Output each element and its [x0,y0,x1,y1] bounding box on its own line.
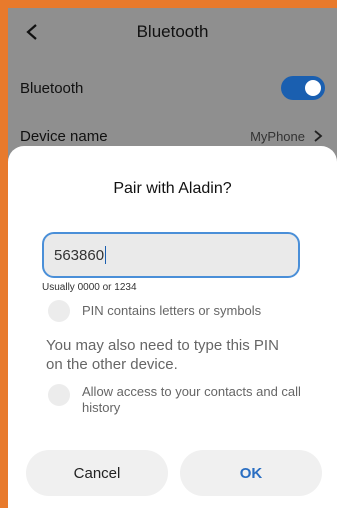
bluetooth-toggle[interactable] [281,76,325,100]
bluetooth-label: Bluetooth [20,79,84,97]
text-caret [105,246,107,264]
device-name-value: MyPhone [250,128,305,144]
cancel-button[interactable]: Cancel [26,450,168,496]
device-name-label: Device name [20,127,108,145]
phone-screen: Bluetooth Bluetooth Device name MyPhone … [8,8,337,508]
toggle-knob [305,80,321,96]
pin-input[interactable]: 563860 [42,232,300,278]
contacts-option[interactable]: Allow access to your contacts and call h… [48,384,312,416]
contacts-checkbox[interactable] [48,384,70,406]
pin-hint: Usually 0000 or 1234 [42,282,137,293]
chevron-right-icon [314,130,323,142]
letters-option[interactable]: PIN contains letters or symbols [48,300,312,322]
top-bar: Bluetooth [8,8,337,60]
device-name-row[interactable]: Device name MyPhone [20,124,325,148]
bluetooth-setting-row[interactable]: Bluetooth [20,74,325,102]
pin-value: 563860 [54,246,105,264]
pair-dialog: Pair with Aladin? 563860 Usually 0000 or… [8,146,337,508]
letters-option-label: PIN contains letters or symbols [82,303,262,318]
device-name-right: MyPhone [250,129,325,144]
ok-button[interactable]: OK [180,450,322,496]
letters-checkbox[interactable] [48,300,70,322]
dialog-title: Pair with Aladin? [113,180,232,197]
page-title: Bluetooth [136,22,209,41]
pin-note: You may also need to type this PIN on th… [46,337,279,373]
contacts-option-label: Allow access to your contacts and call h… [82,384,301,415]
